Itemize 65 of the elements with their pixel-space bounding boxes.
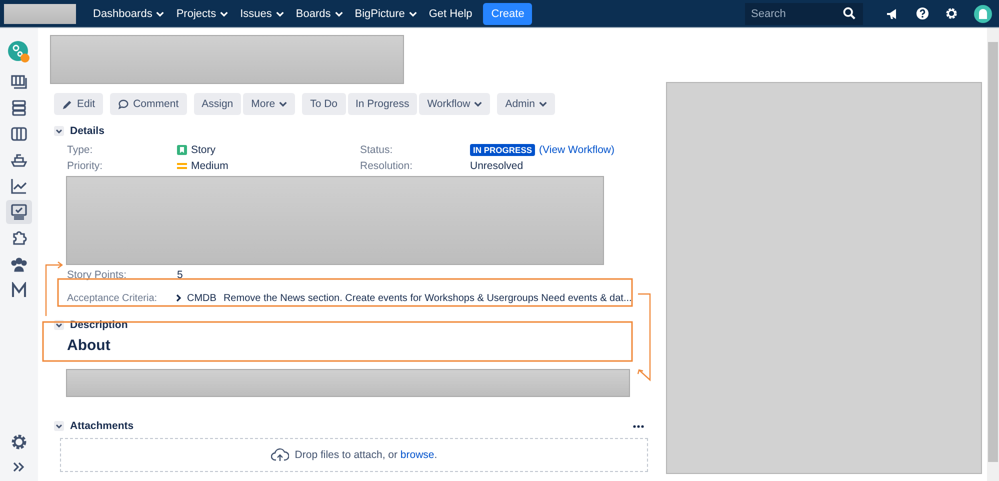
field-label: Resolution: bbox=[360, 160, 414, 172]
toolbar-button[interactable]: More bbox=[243, 93, 296, 115]
field-label: Status: bbox=[360, 144, 394, 156]
nav-menu[interactable]: Projects bbox=[171, 8, 234, 20]
toolbar-button[interactable]: Workflow bbox=[419, 93, 490, 115]
m-letter-icon bbox=[11, 282, 27, 298]
field-value: 5 bbox=[177, 269, 183, 281]
chart-icon bbox=[11, 178, 27, 194]
collapse-toggle-icon[interactable] bbox=[54, 126, 64, 136]
scrollbar[interactable] bbox=[987, 28, 999, 481]
field-label: Story Points: bbox=[67, 269, 128, 281]
comment-icon bbox=[118, 98, 130, 110]
nav-menu[interactable]: Dashboards bbox=[88, 8, 170, 20]
drop-text: Drop files to attach, or browse. bbox=[294, 449, 438, 461]
description-heading: About bbox=[67, 337, 112, 354]
pencil-icon bbox=[62, 98, 73, 110]
toolbar-button[interactable]: Admin bbox=[497, 93, 555, 115]
priority-icon bbox=[177, 162, 187, 170]
story-icon bbox=[177, 145, 187, 155]
field-value: CMDB bbox=[187, 292, 216, 304]
toolbar-button[interactable]: To Do bbox=[302, 93, 346, 115]
section-heading: Description bbox=[70, 319, 128, 331]
section-heading: Attachments bbox=[70, 420, 134, 432]
field-value: Unresolved bbox=[470, 160, 524, 172]
ship-icon bbox=[11, 152, 27, 168]
help-icon[interactable] bbox=[916, 7, 929, 20]
board-icon bbox=[11, 74, 27, 90]
annotation-arrow bbox=[45, 262, 63, 316]
more-icon[interactable] bbox=[633, 424, 644, 428]
expand-icon[interactable] bbox=[13, 462, 25, 472]
browse-link[interactable]: browse bbox=[400, 449, 434, 461]
sidebar-item[interactable] bbox=[6, 200, 32, 224]
puzzle-icon bbox=[11, 230, 27, 246]
toolbar-button[interactable]: Comment bbox=[110, 93, 187, 115]
section-heading: Details bbox=[70, 125, 104, 137]
search-field[interactable]: Search bbox=[745, 2, 863, 24]
field-value: Medium bbox=[191, 160, 228, 172]
field-value: Story bbox=[191, 144, 216, 156]
settings-icon[interactable] bbox=[11, 434, 27, 450]
field-label: Acceptance Criteria: bbox=[67, 292, 158, 304]
avatar-icon[interactable] bbox=[974, 4, 992, 22]
status-lozenge: IN PROGRESS bbox=[470, 144, 536, 156]
nav-menu[interactable]: Issues bbox=[235, 8, 289, 20]
field-label: Type: bbox=[67, 144, 94, 156]
nav-menu[interactable]: BigPicture bbox=[350, 8, 422, 20]
field-label: Priority: bbox=[67, 160, 104, 172]
view-workflow-link[interactable]: (View Workflow) bbox=[539, 144, 615, 156]
project-avatar-icon bbox=[8, 41, 30, 63]
collapse-toggle-icon[interactable] bbox=[54, 421, 64, 431]
logo-placeholder bbox=[4, 4, 76, 24]
toolbar-button[interactable]: Assign bbox=[194, 93, 242, 115]
drop-zone[interactable]: Drop files to attach, or browse. bbox=[60, 438, 648, 472]
columns-icon bbox=[11, 126, 27, 142]
nav-menu[interactable]: Get Help bbox=[424, 8, 478, 20]
toolbar-button[interactable]: Edit bbox=[54, 93, 104, 115]
collapse-toggle-icon[interactable] bbox=[54, 320, 64, 330]
nav-menu[interactable]: Boards bbox=[290, 8, 348, 20]
monitor-icon bbox=[11, 204, 27, 220]
stack-icon bbox=[11, 100, 27, 116]
field-value: Remove the News section. Create events for Workshops & Usergroups Need events & dat... bbox=[223, 292, 632, 304]
upload-cloud-icon bbox=[270, 448, 289, 462]
expand-icon[interactable] bbox=[176, 294, 182, 302]
toolbar-button[interactable]: In Progress bbox=[348, 93, 418, 115]
create-button[interactable]: Create bbox=[483, 2, 532, 24]
people-icon bbox=[11, 256, 27, 272]
